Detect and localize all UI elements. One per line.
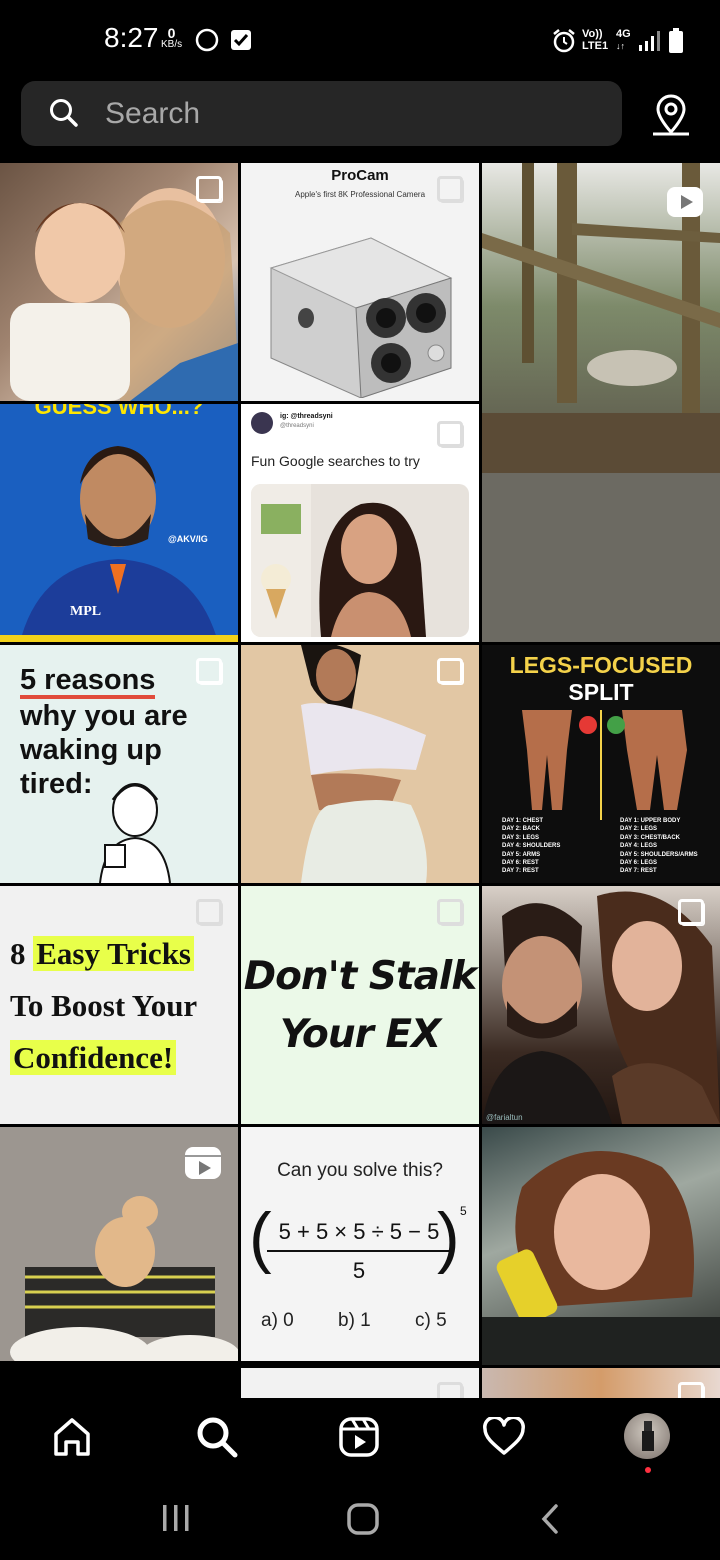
tile-phone-call-photo[interactable]: [482, 1127, 720, 1365]
tile-guess-who[interactable]: GUESS WHO...? MPL @AKV/IG: [0, 404, 238, 642]
reasons-line1: 5 reasons: [20, 665, 156, 699]
tile-snow-leopard-reel[interactable]: [482, 163, 720, 642]
tile-legs-split[interactable]: LEGS-FOCUSED SPLIT DAY 1: CHEST DAY 2: BA…: [482, 645, 720, 883]
stalk-line1: Don't Stalk: [243, 954, 477, 999]
legs-title2: SPLIT: [568, 679, 634, 705]
reels-badge-icon: [667, 187, 703, 217]
tile-saree-photo[interactable]: [241, 645, 479, 883]
multi-post-icon: [437, 176, 463, 202]
guess-who-text: GUESS WHO...?: [34, 404, 204, 419]
tile-easy-tricks[interactable]: 8 Easy Tricks To Boost Your Confidence!: [0, 886, 238, 1124]
tired-man-illustration: [99, 783, 171, 883]
heart-icon[interactable]: [482, 1417, 526, 1457]
math-option-a: a) 0: [261, 1310, 294, 1331]
volte-indicator: Vo)) LTE1: [582, 28, 609, 52]
tile-kitten-reel[interactable]: [0, 1127, 238, 1361]
status-time: 8:27: [104, 22, 159, 53]
tricks-line2: To Boost Your: [10, 988, 198, 1023]
tile-math-puzzle[interactable]: Can you solve this? ( ) 5 + 5 × 5 ÷ 5 − …: [241, 1127, 479, 1361]
alarm-icon: [553, 29, 575, 53]
multi-post-icon: [196, 176, 222, 202]
tile-partial-2[interactable]: [241, 1368, 479, 1398]
net-speed: 0 KB/s: [161, 25, 183, 50]
tile-waking-tired[interactable]: 5 reasons why you are waking up tired:: [0, 645, 238, 883]
reasons-line2: why you are: [20, 700, 188, 732]
bottom-navigation: [0, 1398, 720, 1478]
tricks-highlight: Easy Tricks: [33, 936, 194, 971]
system-navigation: [0, 1478, 720, 1560]
math-exponent: 5: [460, 1204, 467, 1218]
status-bar: 8:27 0 KB/s Vo)) LTE1 4G ↓↑: [0, 0, 720, 80]
reasons-line3: waking up: [20, 734, 162, 766]
tile-procam[interactable]: ProCam Apple's first 8K Professional Cam…: [241, 163, 479, 401]
multi-post-icon: [437, 1382, 463, 1398]
akv-handle: @AKV/IG: [168, 534, 208, 544]
network-type: 4G ↓↑: [616, 28, 631, 51]
multi-post-icon: [678, 899, 704, 925]
legs-right-schedule: DAY 1: UPPER BODY DAY 2: LEGS DAY 3: CHEST…: [620, 818, 698, 875]
tweet-subhandle: @threadsyni: [280, 423, 314, 429]
search-input[interactable]: Search: [105, 97, 200, 131]
math-numerator: 5 + 5 × 5 ÷ 5 − 5: [278, 1219, 440, 1244]
search-bar[interactable]: Search: [21, 81, 622, 146]
multi-post-icon: [437, 658, 463, 684]
multi-post-icon: [437, 899, 463, 925]
search-icon[interactable]: [195, 1415, 239, 1459]
photo-cricketer: [0, 446, 238, 642]
stalk-line2: Your EX: [279, 1012, 441, 1057]
tile-partial-1[interactable]: [0, 1368, 238, 1398]
couple-handle: @farialtun: [486, 1113, 523, 1122]
legs-illustration: [522, 710, 687, 820]
tricks-prefix: 8: [10, 936, 34, 971]
tweet-photo: [251, 484, 469, 637]
tile-dont-stalk[interactable]: Don't Stalk Your EX: [241, 886, 479, 1124]
camera-render: [269, 237, 453, 398]
photo-enclosure: [482, 163, 720, 642]
tricks-line3: Confidence!: [10, 1040, 177, 1075]
signal-icon: [639, 31, 660, 51]
multi-post-icon: [678, 1382, 704, 1398]
battery-icon: [669, 28, 683, 53]
recent-apps-icon[interactable]: [160, 1503, 192, 1533]
check-notification-icon: [231, 30, 251, 50]
math-denominator: 5: [352, 1258, 366, 1283]
fraction-bar: [267, 1250, 451, 1252]
home-button-icon[interactable]: [346, 1502, 380, 1536]
math-option-c: c) 5: [415, 1310, 447, 1331]
jersey-brand: MPL: [70, 604, 102, 619]
legs-left-schedule: DAY 1: CHEST DAY 2: BACK DAY 3: LEGS DAY 4:…: [502, 818, 561, 875]
reels-icon[interactable]: [338, 1416, 380, 1458]
tile-google-searches[interactable]: ig: @threadsyni @threadsyni Fun Google s…: [241, 404, 479, 642]
profile-avatar[interactable]: [624, 1413, 670, 1459]
home-icon[interactable]: [51, 1416, 93, 1458]
moon-icon: [195, 28, 219, 52]
photo-woman-phone: [482, 1151, 720, 1365]
legs-title1: LEGS-FOCUSED: [509, 652, 693, 678]
tile-partial-3[interactable]: [482, 1368, 720, 1398]
math-question: Can you solve this?: [277, 1160, 443, 1181]
multi-post-icon: [437, 421, 463, 447]
multi-post-icon: [196, 658, 222, 684]
tile-mother-child-photo[interactable]: [0, 163, 238, 401]
back-icon[interactable]: [538, 1502, 562, 1536]
avatar: [251, 412, 273, 434]
math-option-b: b) 1: [338, 1310, 371, 1331]
notification-dot: [645, 1467, 651, 1473]
reels-badge-icon: [185, 1147, 221, 1179]
search-icon: [50, 99, 78, 127]
tweet-handle: ig: @threadsyni: [280, 413, 333, 420]
map-pin-icon[interactable]: [650, 94, 692, 136]
tile-couple-photo[interactable]: @farialtun: [482, 886, 720, 1124]
tweet-text: Fun Google searches to try: [251, 453, 420, 469]
multi-post-icon: [196, 899, 222, 925]
explore-grid: ProCam Apple's first 8K Professional Cam…: [0, 163, 720, 1398]
